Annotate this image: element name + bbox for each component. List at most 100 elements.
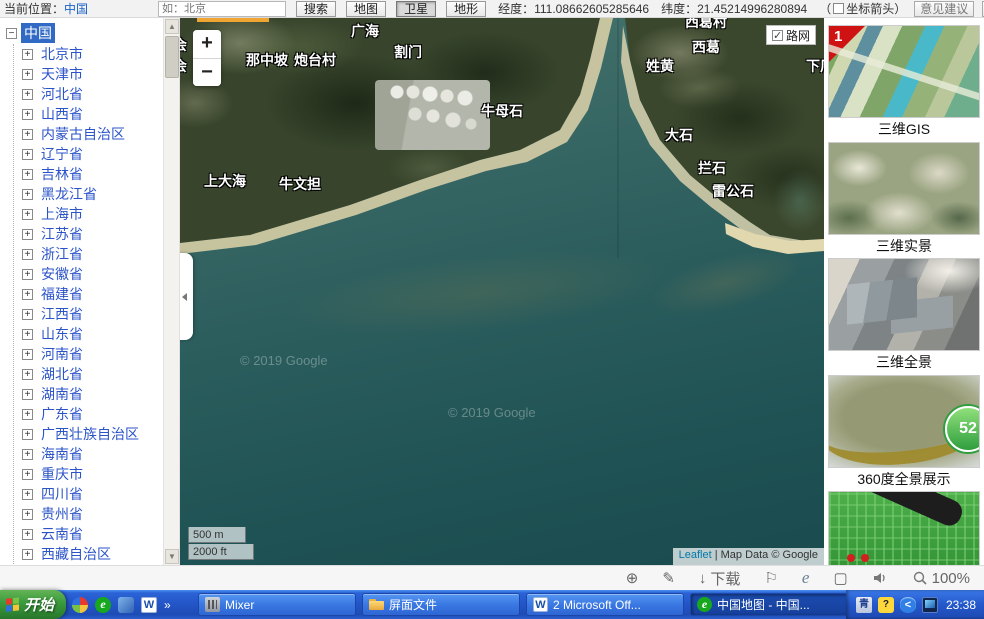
quick-launch-overflow-icon[interactable]: » [164, 598, 171, 612]
expand-icon[interactable]: + [22, 409, 33, 420]
sidebar-item-山西省[interactable]: +山西省 [14, 104, 179, 124]
sidebar-item-吉林省[interactable]: +吉林省 [14, 164, 179, 184]
expand-icon[interactable]: + [22, 429, 33, 440]
expand-icon[interactable]: + [22, 449, 33, 460]
expand-icon[interactable]: + [22, 529, 33, 540]
sidebar-item-内蒙古自治区[interactable]: +内蒙古自治区 [14, 124, 179, 144]
expand-icon[interactable]: + [22, 289, 33, 300]
expand-icon[interactable]: + [22, 129, 33, 140]
speaker-icon[interactable] [872, 570, 888, 586]
display-tray-icon[interactable] [922, 597, 938, 613]
sidebar-item-广东省[interactable]: +广东省 [14, 404, 179, 424]
sidebar-item-山东省[interactable]: +山东省 [14, 324, 179, 344]
accelerator-icon[interactable]: ⊕ [626, 569, 639, 587]
expand-icon[interactable]: + [22, 189, 33, 200]
sidebar-item-安徽省[interactable]: +安徽省 [14, 264, 179, 284]
expand-icon[interactable]: + [22, 489, 33, 500]
sidebar-item-河南省[interactable]: +河南省 [14, 344, 179, 364]
zoom-in-button[interactable]: + [193, 30, 221, 58]
expand-icon[interactable]: + [22, 369, 33, 380]
panel-item-三维GIS[interactable]: 1三维GIS [828, 25, 980, 140]
expand-icon[interactable]: + [22, 49, 33, 60]
zoom-out-button[interactable]: − [193, 58, 221, 86]
feedback-button[interactable]: 意见建议 [914, 1, 974, 17]
tree-root-label[interactable]: 中国 [21, 23, 55, 43]
sidebar-item-湖北省[interactable]: +湖北省 [14, 364, 179, 384]
start-button[interactable]: 开始 [0, 590, 66, 619]
expand-icon[interactable]: + [22, 229, 33, 240]
expand-icon[interactable]: + [22, 209, 33, 220]
sidebar-item-贵州省[interactable]: +贵州省 [14, 504, 179, 524]
satellite-map[interactable]: 广海割门那中坡炮台村西葛村西葛姓黄下厂牛母石大石拦石雷公石上大海牛文担会会 © … [180, 18, 824, 565]
expand-icon[interactable]: + [22, 469, 33, 480]
ie-mode-icon[interactable]: e [802, 568, 810, 588]
sidebar-collapse-handle[interactable] [180, 253, 193, 340]
thumbnail-image[interactable] [828, 142, 980, 235]
sidebar-item-河北省[interactable]: +河北省 [14, 84, 179, 104]
sidebar-item-湖南省[interactable]: +湖南省 [14, 384, 179, 404]
scroll-down-icon[interactable]: ▼ [165, 549, 179, 564]
expand-icon[interactable]: + [22, 269, 33, 280]
ime-tray-icon[interactable]: 青 [856, 597, 872, 613]
page-zoom-control[interactable]: 100% [912, 570, 970, 587]
scrollbar-thumb[interactable] [165, 36, 179, 78]
coord-arrow-checkbox[interactable] [833, 3, 844, 14]
browser-e-icon[interactable]: e [95, 597, 111, 613]
expand-icon[interactable]: + [22, 109, 33, 120]
taskbar-button-屏面文件[interactable]: 屏面文件 [362, 593, 520, 616]
expand-icon[interactable]: + [22, 69, 33, 80]
taskbar-button-中国地图 - 中国...[interactable]: e中国地图 - 中国... [690, 593, 848, 616]
expand-icon[interactable]: + [22, 169, 33, 180]
expand-icon[interactable]: + [22, 349, 33, 360]
thumbnail-image[interactable]: 52 [828, 375, 980, 468]
sidebar-item-江西省[interactable]: +江西省 [14, 304, 179, 324]
satellite-mode-button[interactable]: 卫星 [396, 1, 436, 17]
sidebar-item-广西壮族自治区[interactable]: +广西壮族自治区 [14, 424, 179, 444]
roadnet-checkbox[interactable] [772, 30, 783, 41]
sidebar-item-上海市[interactable]: +上海市 [14, 204, 179, 224]
panel-item-bottom[interactable] [828, 491, 980, 565]
note-pen-icon[interactable]: ✎ [662, 569, 675, 587]
sidebar-item-浙江省[interactable]: +浙江省 [14, 244, 179, 264]
expand-icon[interactable]: + [22, 509, 33, 520]
expand-icon[interactable]: + [22, 89, 33, 100]
sidebar-item-北京市[interactable]: +北京市 [14, 44, 179, 64]
sidebar-item-四川省[interactable]: +四川省 [14, 484, 179, 504]
pinwheel-app-icon[interactable] [72, 597, 88, 613]
flag-icon[interactable]: ⚐ [764, 569, 777, 587]
current-location-link[interactable]: 中国 [64, 0, 88, 17]
panel-item-360度全景展示[interactable]: 52360度全景展示 [828, 375, 980, 490]
tray-chevron-icon[interactable]: < [900, 597, 916, 613]
search-button[interactable]: 搜索 [296, 1, 336, 17]
thumbnail-image[interactable] [828, 258, 980, 351]
taskbar-button-2 Microsoft Off...[interactable]: W2 Microsoft Off... [526, 593, 684, 616]
expand-icon[interactable]: + [22, 549, 33, 560]
expand-icon[interactable]: + [22, 329, 33, 340]
sidebar-item-福建省[interactable]: +福建省 [14, 284, 179, 304]
app-icon[interactable] [118, 597, 134, 613]
sidebar-item-天津市[interactable]: +天津市 [14, 64, 179, 84]
expand-icon[interactable]: + [22, 389, 33, 400]
panel-item-三维实景[interactable]: 三维实景 [828, 142, 980, 257]
expand-icon[interactable]: + [22, 149, 33, 160]
sidebar-item-海南省[interactable]: +海南省 [14, 444, 179, 464]
sidebar-scrollbar[interactable]: ▲ ▼ [163, 18, 179, 565]
tree-root-china[interactable]: − 中国 [6, 22, 179, 44]
sidebar-item-黑龙江省[interactable]: +黑龙江省 [14, 184, 179, 204]
download-button[interactable]: ↓ 下载 [699, 568, 741, 589]
search-input[interactable] [158, 1, 286, 17]
collapse-icon[interactable]: − [6, 28, 17, 39]
help-tray-icon[interactable]: ? [878, 597, 894, 613]
terrain-mode-button[interactable]: 地形 [446, 1, 486, 17]
sidebar-item-江苏省[interactable]: +江苏省 [14, 224, 179, 244]
expand-icon[interactable]: + [22, 249, 33, 260]
taskbar-button-Mixer[interactable]: Mixer [198, 593, 356, 616]
sidebar-item-云南省[interactable]: +云南省 [14, 524, 179, 544]
roadnet-toggle[interactable]: 路网 [766, 25, 816, 45]
sidebar-item-辽宁省[interactable]: +辽宁省 [14, 144, 179, 164]
panel-item-三维全景[interactable]: 三维全景 [828, 258, 980, 373]
word-icon[interactable]: W [141, 597, 157, 613]
map-mode-button[interactable]: 地图 [346, 1, 386, 17]
scroll-up-icon[interactable]: ▲ [165, 19, 179, 34]
thumbnail-image[interactable]: 1 [828, 25, 980, 118]
